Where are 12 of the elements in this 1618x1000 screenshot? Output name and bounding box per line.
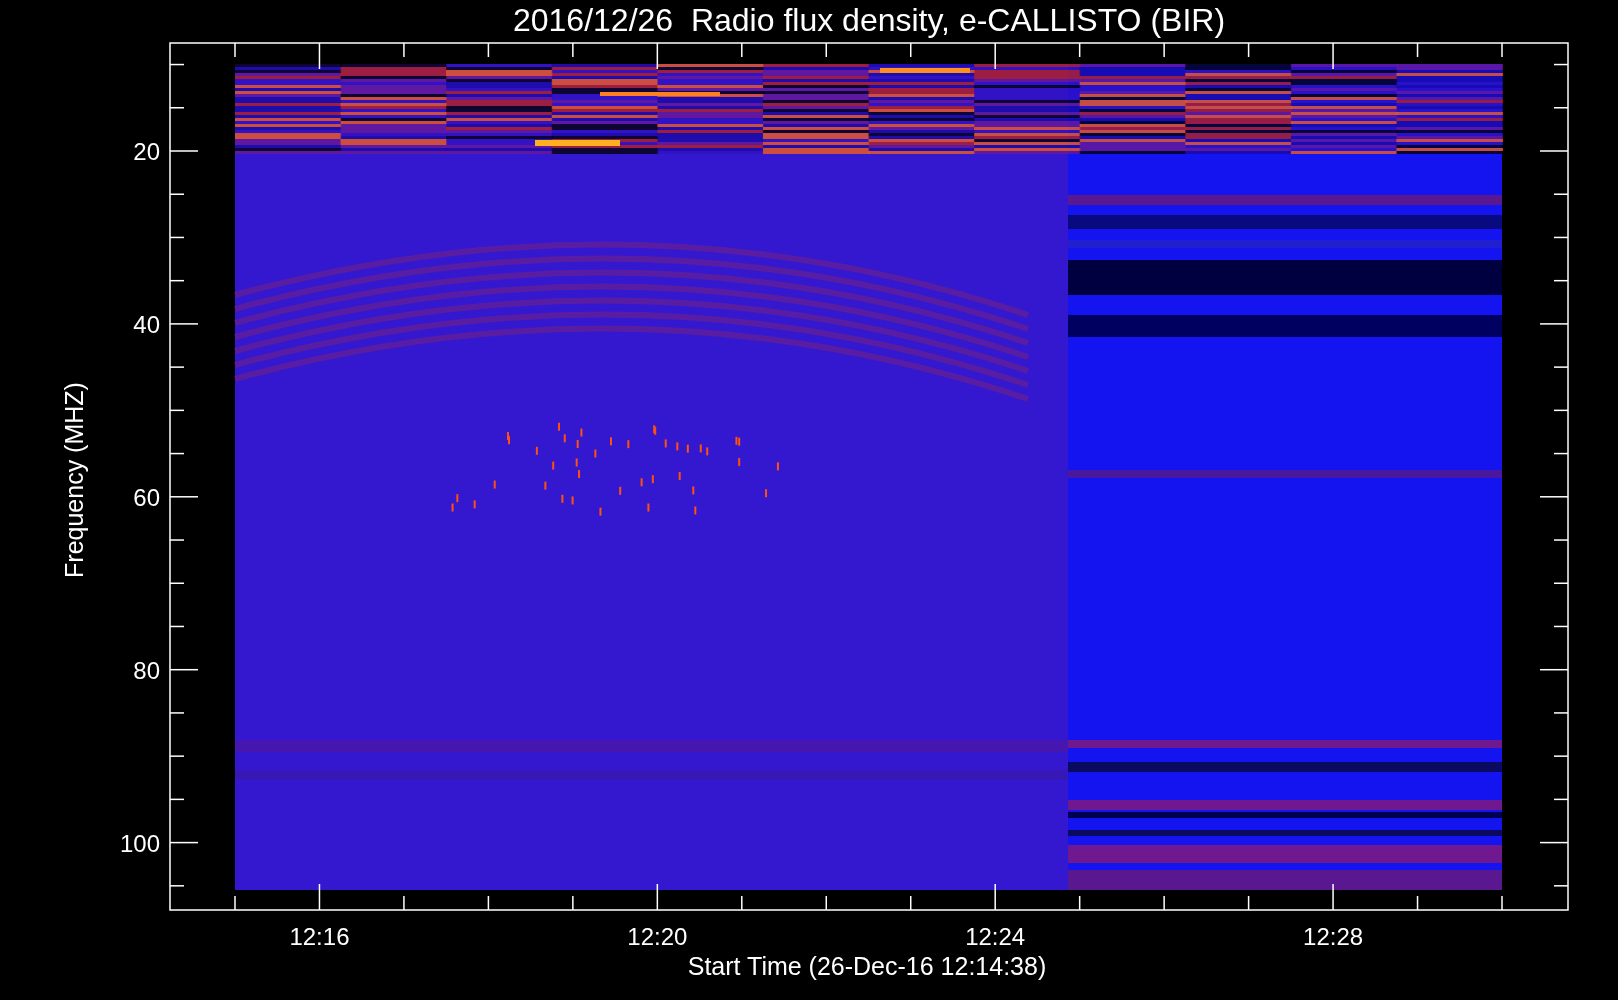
- axis-title: Start Time (26-Dec-16 12:14:38): [687, 952, 1047, 980]
- tick-label: 12:16: [289, 923, 350, 950]
- tick-label: 100: [119, 829, 160, 857]
- tick-label: 80: [133, 656, 160, 684]
- plot-title: 2016/12/26 Radio flux density, e-CALLISTO (BIR): [512, 2, 1226, 38]
- tick-label: 12:20: [627, 923, 688, 950]
- axis-title: Frequency (MHZ): [60, 382, 88, 578]
- tick-label: 12:28: [1303, 923, 1364, 950]
- tick-label: 40: [133, 310, 160, 338]
- tick-label: 60: [133, 483, 160, 511]
- tick-label: 12:24: [965, 923, 1026, 950]
- tick-label: 20: [133, 138, 160, 165]
